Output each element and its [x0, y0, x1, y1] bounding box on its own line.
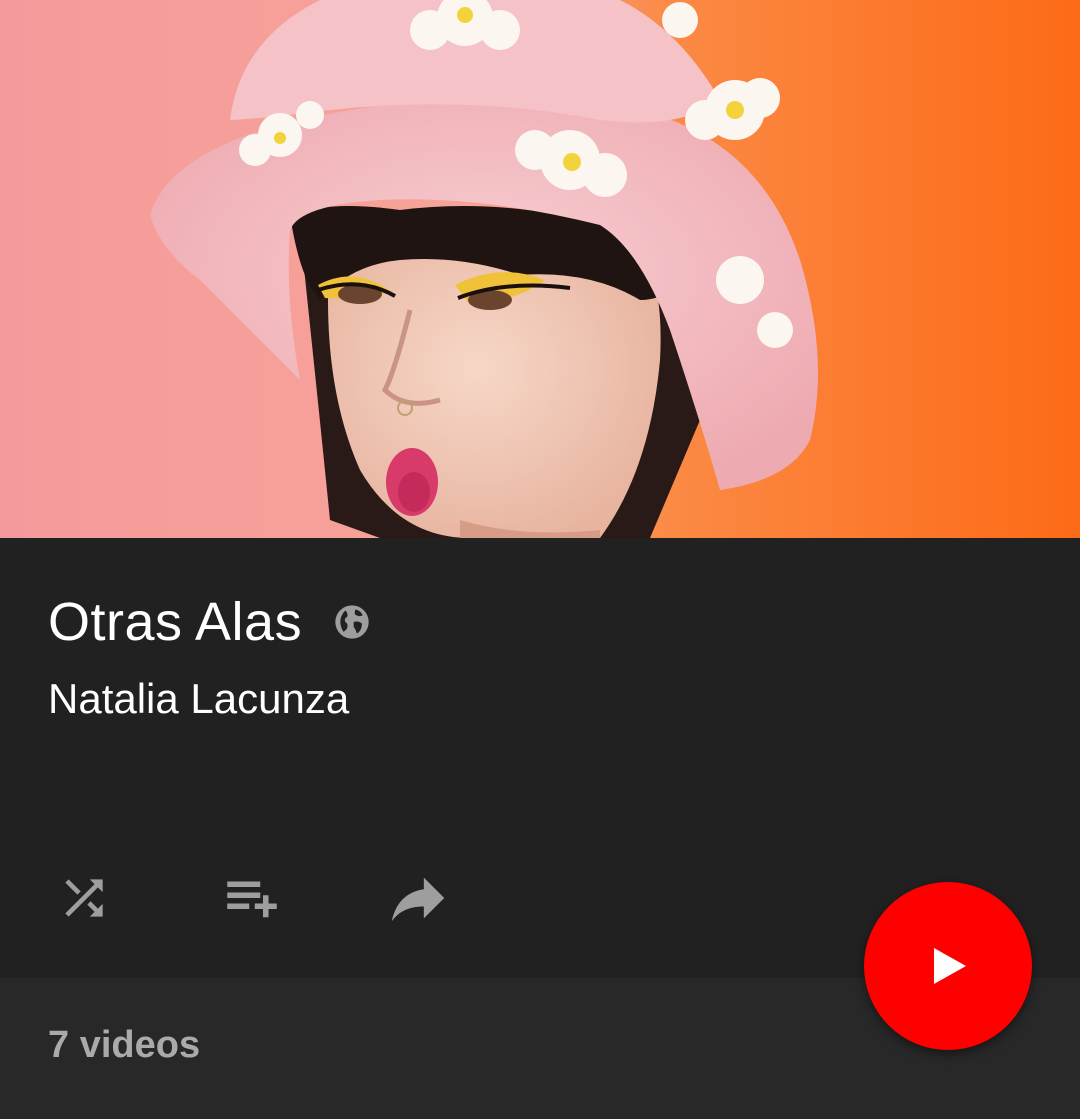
globe-icon [332, 602, 372, 642]
shuffle-icon [65, 879, 103, 917]
share-button[interactable] [378, 858, 458, 938]
video-count: 7 videos [48, 1024, 201, 1066]
play-icon [934, 948, 966, 984]
add-to-queue-icon [227, 881, 277, 918]
add-to-queue-button[interactable] [212, 858, 292, 938]
shuffle-button[interactable] [44, 858, 124, 938]
playlist-page: Otras Alas Natalia Lacunza 7 videos [0, 0, 1080, 1119]
playlist-title: Otras Alas [48, 592, 303, 652]
cover-illustration [0, 0, 1080, 538]
play-all-button[interactable] [864, 882, 1032, 1050]
title-row: Otras Alas [48, 590, 372, 654]
playlist-cover-image [0, 0, 1080, 538]
share-icon [391, 877, 445, 922]
playlist-author[interactable]: Natalia Lacunza [48, 674, 349, 724]
